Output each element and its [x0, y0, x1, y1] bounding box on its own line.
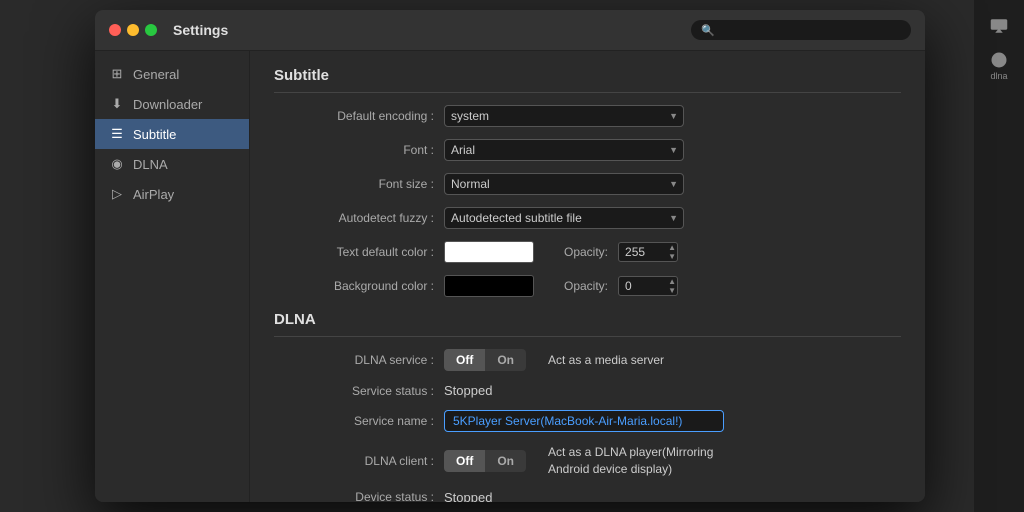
search-input[interactable] — [721, 23, 901, 37]
bg-color-swatch[interactable] — [444, 275, 534, 297]
close-traffic-light[interactable] — [109, 24, 121, 36]
bg-opacity-label: Opacity: — [564, 279, 608, 293]
sidebar-item-downloader[interactable]: ⬇ Downloader — [95, 89, 249, 119]
autodetect-select-wrapper: Autodetected subtitle file Manual Disabl… — [444, 207, 684, 229]
dlna-panel-label: dlna — [990, 71, 1007, 81]
service-name-label: Service name : — [274, 414, 434, 428]
general-icon: ⊞ — [109, 66, 125, 82]
dlna-service-label: DLNA service : — [274, 353, 434, 367]
sidebar-label-airplay: AirPlay — [133, 187, 174, 202]
text-color-row: Text default color : Opacity: ▲ ▼ — [274, 241, 901, 263]
dlna-service-off-button[interactable]: Off — [444, 349, 485, 371]
font-size-select-wrapper: Small Normal Large Very Large — [444, 173, 684, 195]
dlna-client-on-button[interactable]: On — [485, 450, 526, 472]
dlna-service-on-button[interactable]: On — [485, 349, 526, 371]
traffic-lights — [109, 24, 157, 36]
service-status-value: Stopped — [444, 383, 492, 398]
dlna-service-control: Off On Act as a media server — [444, 349, 664, 371]
font-select-wrapper: Arial Helvetica Times New Roman — [444, 139, 684, 161]
service-name-input[interactable] — [444, 410, 724, 432]
bg-spinner-up[interactable]: ▲ — [668, 278, 676, 286]
dlna-service-description: Act as a media server — [548, 353, 664, 367]
sidebar-label-subtitle: Subtitle — [133, 127, 176, 142]
autodetect-label: Autodetect fuzzy : — [274, 211, 434, 225]
autodetect-row: Autodetect fuzzy : Autodetected subtitle… — [274, 207, 901, 229]
right-panel: dlna — [974, 0, 1024, 512]
sidebar-item-general[interactable]: ⊞ General — [95, 59, 249, 89]
autodetect-control: Autodetected subtitle file Manual Disabl… — [444, 207, 684, 229]
text-color-label: Text default color : — [274, 245, 434, 259]
font-size-row: Font size : Small Normal Large Very Larg… — [274, 173, 901, 195]
bg-color-label: Background color : — [274, 279, 434, 293]
title-bar: Settings 🔍 — [95, 10, 925, 51]
font-select[interactable]: Arial Helvetica Times New Roman — [444, 139, 684, 161]
airplay-icon — [990, 17, 1008, 35]
font-size-control: Small Normal Large Very Large — [444, 173, 684, 195]
dlna-client-label: DLNA client : — [274, 454, 434, 468]
bg-opacity-spinner[interactable]: ▲ ▼ — [668, 278, 676, 295]
dialog-body: ⊞ General ⬇ Downloader ☰ Subtitle ◉ DLNA… — [95, 51, 925, 502]
settings-dialog: Settings 🔍 ⊞ General ⬇ Downloader ☰ Subt… — [95, 10, 925, 502]
dlna-section-title: DLNA — [274, 311, 901, 337]
font-size-label: Font size : — [274, 177, 434, 191]
dialog-title: Settings — [173, 22, 691, 38]
default-encoding-label: Default encoding : — [274, 109, 434, 123]
downloader-icon: ⬇ — [109, 96, 125, 112]
subtitle-icon: ☰ — [109, 126, 125, 142]
text-opacity-spinner[interactable]: ▲ ▼ — [668, 244, 676, 261]
bg-spinner-down[interactable]: ▼ — [668, 287, 676, 295]
subtitle-section-title: Subtitle — [274, 67, 901, 93]
dlna-panel-icon[interactable]: dlna — [979, 48, 1019, 84]
dlna-client-row: DLNA client : Off On Act as a DLNA playe… — [274, 444, 901, 478]
spinner-up[interactable]: ▲ — [668, 244, 676, 252]
dlna-client-toggle: Off On — [444, 450, 526, 472]
sidebar-label-downloader: Downloader — [133, 97, 202, 112]
dlna-client-off-button[interactable]: Off — [444, 450, 485, 472]
autodetect-select[interactable]: Autodetected subtitle file Manual Disabl… — [444, 207, 684, 229]
text-opacity-wrap: ▲ ▼ — [618, 242, 678, 262]
text-color-control: Opacity: ▲ ▼ — [444, 241, 678, 263]
sidebar-item-dlna[interactable]: ◉ DLNA — [95, 149, 249, 179]
minimize-traffic-light[interactable] — [127, 24, 139, 36]
device-status-value: Stopped — [444, 490, 492, 502]
device-status-row: Device status : Stopped — [274, 490, 901, 502]
sidebar-label-general: General — [133, 67, 179, 82]
main-content: Subtitle Default encoding : system UTF-8… — [250, 51, 925, 502]
default-encoding-select[interactable]: system UTF-8 UTF-16 Latin-1 — [444, 105, 684, 127]
text-opacity-label: Opacity: — [564, 245, 608, 259]
dlna-client-control: Off On Act as a DLNA player(Mirroring An… — [444, 444, 728, 478]
airplay-sidebar-icon: ▷ — [109, 186, 125, 202]
default-encoding-row: Default encoding : system UTF-8 UTF-16 L… — [274, 105, 901, 127]
device-status-label: Device status : — [274, 490, 434, 502]
font-control: Arial Helvetica Times New Roman — [444, 139, 684, 161]
search-icon: 🔍 — [701, 24, 715, 37]
dlna-client-description: Act as a DLNA player(Mirroring Android d… — [548, 444, 728, 478]
sidebar-item-airplay[interactable]: ▷ AirPlay — [95, 179, 249, 209]
sidebar-label-dlna: DLNA — [133, 157, 168, 172]
default-encoding-control: system UTF-8 UTF-16 Latin-1 — [444, 105, 684, 127]
sidebar: ⊞ General ⬇ Downloader ☰ Subtitle ◉ DLNA… — [95, 51, 250, 502]
service-status-label: Service status : — [274, 384, 434, 398]
spinner-down[interactable]: ▼ — [668, 253, 676, 261]
service-status-row: Service status : Stopped — [274, 383, 901, 398]
sidebar-item-subtitle[interactable]: ☰ Subtitle — [95, 119, 249, 149]
dlna-sidebar-icon: ◉ — [109, 156, 125, 172]
dlna-service-toggle: Off On — [444, 349, 526, 371]
bg-color-control: Opacity: ▲ ▼ — [444, 275, 678, 297]
search-bar[interactable]: 🔍 — [691, 20, 911, 40]
dlna-service-row: DLNA service : Off On Act as a media ser… — [274, 349, 901, 371]
font-label: Font : — [274, 143, 434, 157]
default-encoding-select-wrapper: system UTF-8 UTF-16 Latin-1 — [444, 105, 684, 127]
font-row: Font : Arial Helvetica Times New Roman — [274, 139, 901, 161]
font-size-select[interactable]: Small Normal Large Very Large — [444, 173, 684, 195]
bg-opacity-wrap: ▲ ▼ — [618, 276, 678, 296]
maximize-traffic-light[interactable] — [145, 24, 157, 36]
dlna-icon — [990, 51, 1008, 69]
service-name-row: Service name : — [274, 410, 901, 432]
bg-color-row: Background color : Opacity: ▲ ▼ — [274, 275, 901, 297]
airplay-panel-icon[interactable] — [979, 8, 1019, 44]
text-color-swatch[interactable] — [444, 241, 534, 263]
